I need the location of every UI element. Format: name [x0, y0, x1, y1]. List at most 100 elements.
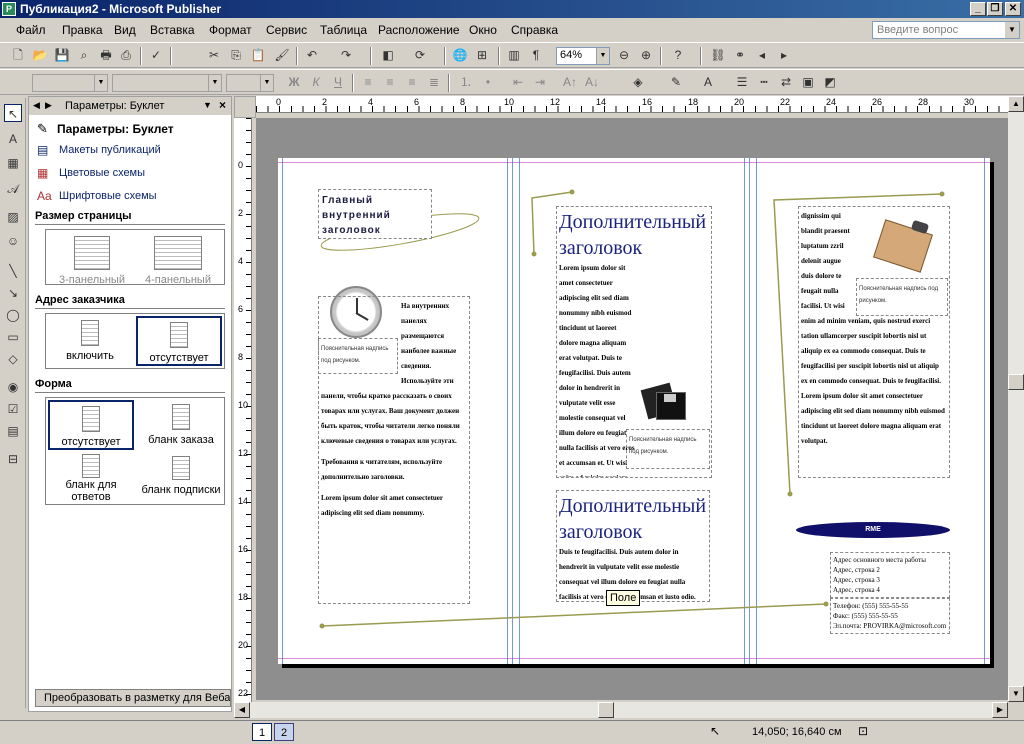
font-select[interactable]: ▼	[112, 74, 222, 92]
paste-icon[interactable]: 📋	[250, 47, 266, 63]
font-shrink-icon[interactable]: A↓	[584, 74, 600, 90]
format-painter-icon[interactable]: 🖌	[274, 47, 290, 63]
design-gallery-icon[interactable]: ⊟	[4, 450, 22, 468]
menu-window[interactable]: Окно	[469, 23, 497, 37]
brochure-page[interactable]: Главный внутренний заголовок Пояснительн…	[278, 158, 990, 664]
page-tab-2[interactable]: 2	[274, 723, 294, 741]
menu-tools[interactable]: Сервис	[266, 23, 307, 37]
text-box-icon[interactable]: A	[4, 130, 22, 148]
chevron-down-icon[interactable]: ▼	[203, 100, 212, 110]
chevron-down-icon[interactable]: ▼	[596, 48, 609, 64]
clipboard-image[interactable]	[873, 219, 938, 274]
chevron-down-icon[interactable]: ▼	[1005, 22, 1019, 38]
numbering-icon[interactable]: ⒈	[458, 74, 474, 90]
page-tab-1[interactable]: 1	[252, 723, 272, 741]
rectangle-icon[interactable]: ▭	[4, 328, 22, 346]
convert-to-web-button[interactable]: Преобразовать в разметку для Веба	[35, 689, 231, 707]
horizontal-ruler[interactable]: 0 2 4 6 8 10 12 14 16 18 20 22 24 26 28 …	[256, 96, 1008, 113]
close-button[interactable]: ✕	[1005, 2, 1021, 16]
decrease-indent-icon[interactable]: ⇤	[510, 74, 526, 90]
option-3-panel[interactable]: 3-панельный	[52, 230, 132, 286]
wordart-icon[interactable]: 𝒜	[4, 180, 22, 198]
web-preview-icon[interactable]: ⊞	[474, 47, 490, 63]
picture-icon[interactable]: ▨	[4, 208, 22, 226]
underline-icon[interactable]: Ч	[330, 74, 346, 90]
previous-frame-icon[interactable]: ◂	[754, 47, 770, 63]
arrow-icon[interactable]: ↘	[4, 284, 22, 302]
next-frame-icon[interactable]: ▸	[776, 47, 792, 63]
link-publication-designs[interactable]: Макеты публикаций	[59, 144, 161, 156]
main-heading-frame[interactable]: Главный внутренний заголовок	[318, 189, 432, 239]
minimize-button[interactable]: _	[970, 2, 986, 16]
link-font-schemes[interactable]: Шрифтовые схемы	[59, 190, 157, 202]
style-select[interactable]: ▼	[32, 74, 108, 92]
scroll-right-button[interactable]: ▶	[992, 702, 1008, 718]
align-right-icon[interactable]: ≡	[404, 74, 420, 90]
spelling-icon[interactable]: ✓	[148, 47, 164, 63]
hotspot-icon[interactable]: ◉	[4, 378, 22, 396]
font-color-icon[interactable]: A	[700, 74, 716, 90]
chevron-down-icon[interactable]: ▼	[208, 75, 221, 91]
copy-icon[interactable]: ⎘	[228, 47, 244, 63]
search-icon[interactable]: ⌕	[76, 47, 92, 63]
option-form-none[interactable]: отсутствует	[48, 400, 134, 450]
italic-icon[interactable]: К	[308, 74, 324, 90]
oval-icon[interactable]: ◯	[4, 306, 22, 324]
special-characters-icon[interactable]: ¶	[528, 47, 544, 63]
form-control-icon[interactable]: ☑	[4, 400, 22, 418]
menu-help[interactable]: Справка	[511, 23, 558, 37]
zoom-out-icon[interactable]: ⊖	[616, 47, 632, 63]
menu-edit[interactable]: Правка	[62, 23, 103, 37]
floppy-disks-image[interactable]	[640, 380, 692, 420]
address-frame[interactable]: Адрес основного места работы Адрес, стро…	[830, 552, 950, 598]
fill-color-icon[interactable]: ◈	[630, 74, 646, 90]
forward-icon[interactable]: ▶	[45, 100, 52, 111]
link-color-schemes[interactable]: Цветовые схемы	[59, 167, 145, 179]
line-style-icon[interactable]: ☰	[734, 74, 750, 90]
help-icon[interactable]: ?	[670, 47, 686, 63]
link-icon[interactable]: ⛓	[710, 47, 726, 63]
line-color-icon[interactable]: ✎	[668, 74, 684, 90]
undo-icon[interactable]: ↶	[304, 47, 320, 63]
scroll-thumb[interactable]	[598, 702, 614, 718]
shadow-style-icon[interactable]: ▣	[800, 74, 816, 90]
redo-icon[interactable]: ↷	[338, 47, 354, 63]
help-search-box[interactable]: Введите вопрос ▼	[872, 21, 1020, 39]
align-center-icon[interactable]: ≡	[382, 74, 398, 90]
scroll-down-button[interactable]: ▼	[1008, 686, 1024, 702]
back-icon[interactable]: ◀	[33, 100, 40, 111]
scroll-left-button[interactable]: ◀	[234, 702, 250, 718]
align-left-icon[interactable]: ≡	[360, 74, 376, 90]
option-response-form[interactable]: бланк для ответов	[48, 452, 134, 503]
panel2-text-frame-bottom[interactable]: Дополнительный заголовок Duis te feugifa…	[556, 490, 710, 602]
increase-indent-icon[interactable]: ⇥	[532, 74, 548, 90]
select-pointer-icon[interactable]: ↖	[4, 104, 22, 122]
restore-button[interactable]: ❐	[987, 2, 1003, 16]
help-search-input[interactable]: Введите вопрос	[877, 24, 958, 36]
dash-style-icon[interactable]: ┅	[756, 74, 772, 90]
font-grow-icon[interactable]: A↑	[562, 74, 578, 90]
horizontal-scrollbar[interactable]: ◀ ▶	[234, 702, 1008, 718]
clipart-icon[interactable]: ☺	[4, 232, 22, 250]
menu-format[interactable]: Формат	[209, 23, 252, 37]
publisher-app-icon[interactable]: P	[2, 2, 16, 16]
contacts-frame[interactable]: Телефон: (555) 555-55-55 Факс: (555) 555…	[830, 598, 950, 634]
font-size-select[interactable]: ▼	[226, 74, 274, 92]
scroll-thumb[interactable]	[1008, 374, 1024, 390]
vertical-ruler[interactable]: 0 2 4 6 8 10 12 14 16 18 20 22	[234, 118, 252, 702]
caption-frame[interactable]: Пояснительная надпись под рисунком.	[626, 429, 710, 469]
print-preview-icon[interactable]: ⎙	[118, 47, 134, 63]
rotate-icon[interactable]: ⟳	[412, 47, 428, 63]
arrow-style-icon[interactable]: ⇄	[778, 74, 794, 90]
menu-arrange[interactable]: Расположение	[378, 23, 460, 37]
close-icon[interactable]: ×	[219, 98, 226, 112]
option-none[interactable]: отсутствует	[136, 316, 222, 366]
menu-insert[interactable]: Вставка	[150, 23, 195, 37]
bring-forward-icon[interactable]: ◧	[380, 47, 396, 63]
3d-style-icon[interactable]: ◩	[822, 74, 838, 90]
print-icon[interactable]: 🖶	[98, 47, 114, 63]
cut-icon[interactable]: ✂	[206, 47, 222, 63]
option-4-panel[interactable]: 4-панельный	[138, 230, 218, 286]
panel1-text-frame[interactable]: На внутренних панелях размещаются наибол…	[318, 296, 470, 604]
option-include[interactable]: включить	[50, 316, 130, 366]
